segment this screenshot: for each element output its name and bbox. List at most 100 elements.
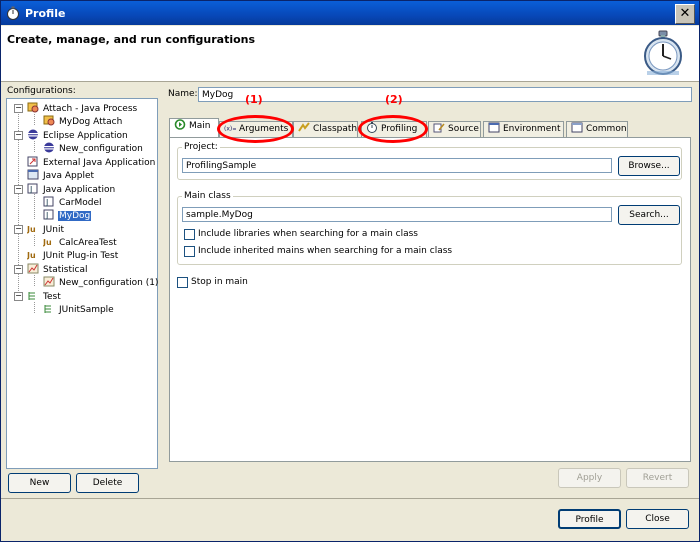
apply-button[interactable]: Apply (558, 468, 621, 488)
test-config-icon (44, 305, 51, 313)
include-inherited-label: Include inherited mains when searching f… (198, 246, 453, 256)
applet-icon (27, 169, 39, 180)
annotation-2-circle (358, 115, 428, 143)
tree-item-attach-java-process[interactable]: Attach - Java Process (27, 102, 138, 115)
stop-in-main-checkbox[interactable] (177, 277, 188, 288)
window-title: Profile (25, 7, 66, 20)
profile-window-icon (7, 6, 19, 20)
eclipse-config-icon (44, 142, 54, 153)
collapse-toggle[interactable]: − (14, 104, 23, 113)
stop-in-main-label: Stop in main (191, 277, 248, 287)
annotation-1-label: (1) (245, 93, 263, 106)
annotation-2-label: (2) (385, 93, 403, 106)
tree-item-junit-plugin-test[interactable]: Ju JUnit Plug-in Test (27, 249, 119, 262)
svg-text:Ju: Ju (43, 238, 52, 247)
tree-item-mydog[interactable]: J MyDog (43, 209, 92, 222)
tree-item-new-configuration-1[interactable]: New_configuration (1) (43, 276, 159, 289)
profile-button[interactable]: Profile (558, 509, 621, 529)
svg-text:Ju: Ju (27, 225, 36, 234)
tree-item-test[interactable]: Test (27, 290, 62, 303)
junit-plugin-icon: Ju (27, 251, 36, 260)
browse-button[interactable]: Browse... (618, 156, 680, 176)
tree-branch-line (34, 194, 35, 219)
collapse-toggle[interactable]: − (14, 225, 23, 234)
project-field[interactable]: ProfilingSample (182, 158, 612, 173)
java-app-icon: J (27, 183, 38, 194)
tree-branch-line (34, 275, 35, 286)
junit-icon: Ju (27, 225, 36, 234)
tree-item-mydog-attach[interactable]: MyDog Attach (43, 115, 123, 128)
name-label: Name: (168, 89, 198, 99)
environment-tab-icon (488, 122, 500, 133)
collapse-toggle[interactable]: − (14, 265, 23, 274)
tree-item-calcareatest[interactable]: Ju CalcAreaTest (43, 236, 118, 249)
include-inherited-checkbox[interactable] (184, 246, 195, 257)
junit-config-icon: Ju (43, 238, 52, 247)
configurations-label: Configurations: (7, 86, 76, 96)
collapse-toggle[interactable]: − (14, 292, 23, 301)
attach-config-icon (43, 115, 55, 126)
tab-common-label: Common (586, 124, 627, 134)
tab-classpath-label: Classpath (313, 124, 358, 134)
tree-branch-line (34, 302, 35, 313)
svg-text:J: J (45, 211, 48, 220)
tree-item-java-applet[interactable]: Java Applet (27, 169, 95, 182)
source-tab-icon (433, 123, 445, 133)
close-button[interactable]: Close (626, 509, 689, 529)
svg-text:J: J (29, 185, 32, 194)
svg-text:J: J (45, 198, 48, 207)
main-tab-icon (174, 119, 186, 130)
dialog-header: Create, manage, and run configurations (1, 26, 699, 82)
tree-item-junit[interactable]: Ju JUnit (27, 223, 65, 236)
profile-dialog: Profile ✕ Create, manage, and run config… (0, 0, 700, 542)
include-libraries-label: Include libraries when searching for a m… (198, 229, 418, 239)
statistical-icon (27, 263, 39, 274)
classpath-tab-icon (298, 122, 310, 132)
tree-item-carmodel[interactable]: J CarModel (43, 196, 103, 209)
tree-item-new-configuration[interactable]: New_configuration (43, 142, 144, 155)
tab-classpath[interactable]: Classpath (293, 121, 358, 137)
configurations-tree[interactable]: − Attach - Java Process MyDog Attach − E… (6, 98, 158, 469)
name-field[interactable]: MyDog (198, 87, 692, 102)
title-bar[interactable]: Profile ✕ (1, 1, 699, 25)
eclipse-icon (28, 129, 38, 140)
tab-environment-label: Environment (503, 124, 561, 134)
tab-source[interactable]: Source (428, 121, 481, 137)
collapse-toggle[interactable]: − (14, 131, 23, 140)
collapse-toggle[interactable]: − (14, 185, 23, 194)
tree-item-java-application[interactable]: J Java Application (27, 183, 116, 196)
main-class-field[interactable]: sample.MyDog (182, 207, 612, 222)
main-tab-panel: Project: ProfilingSample Browse... Main … (169, 137, 691, 462)
include-libraries-checkbox[interactable] (184, 229, 195, 240)
tree-branch-line (34, 235, 35, 246)
footer-separator (1, 498, 699, 499)
revert-button[interactable]: Revert (626, 468, 689, 488)
tree-item-external-java-application[interactable]: External Java Application (27, 156, 156, 169)
header-text: Create, manage, and run configurations (7, 33, 256, 46)
close-window-button[interactable]: ✕ (675, 4, 695, 24)
annotation-1-circle (217, 115, 294, 143)
java-config-icon: J (43, 209, 54, 220)
project-label: Project: (182, 142, 220, 152)
tree-branch-line (34, 141, 35, 152)
tab-main[interactable]: Main (169, 118, 219, 138)
new-button[interactable]: New (8, 473, 71, 493)
tab-main-label: Main (189, 121, 211, 131)
common-tab-icon (571, 122, 583, 133)
java-config-icon: J (43, 196, 54, 207)
test-icon (28, 292, 35, 300)
statistical-config-icon (43, 276, 55, 287)
main-class-label: Main class (182, 191, 233, 201)
stopwatch-icon (644, 30, 682, 75)
external-java-icon (27, 156, 38, 167)
tree-item-statistical[interactable]: Statistical (27, 263, 88, 276)
tree-item-eclipse-application[interactable]: Eclipse Application (27, 129, 129, 142)
tab-source-label: Source (448, 124, 479, 134)
search-button[interactable]: Search... (618, 205, 680, 225)
tree-branch-line (34, 114, 35, 125)
attach-icon (27, 102, 39, 113)
tab-environment[interactable]: Environment (483, 121, 564, 137)
delete-button[interactable]: Delete (76, 473, 139, 493)
tree-item-junitsample[interactable]: JUnitSample (43, 303, 115, 316)
tab-common[interactable]: Common (566, 121, 628, 137)
